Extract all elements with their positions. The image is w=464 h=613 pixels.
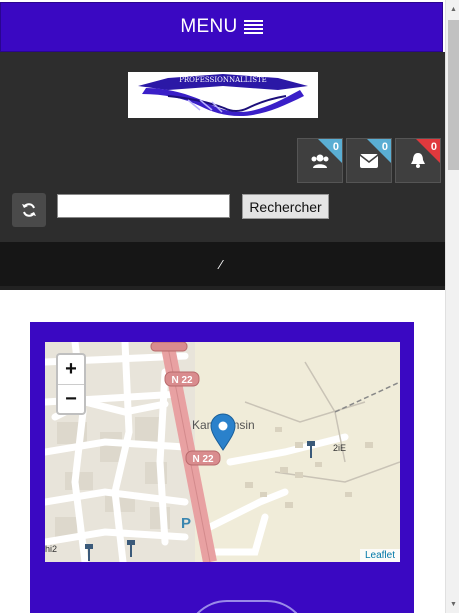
- badge-group: 0 0 0: [297, 138, 441, 183]
- map-tiles: N 22 N 22 Kamboinsin 2iE hi2 P: [45, 342, 400, 562]
- notifications-badge[interactable]: 0: [395, 138, 441, 183]
- secondary-nav-bar: ⁄: [0, 242, 445, 286]
- users-count: 0: [332, 141, 339, 153]
- zoom-control: + −: [56, 353, 86, 415]
- app-column: MENU PROFESSIONNALLISTE 0 0 0 Rechercher…: [0, 0, 445, 613]
- menu-label: MENU: [180, 16, 238, 37]
- poi-label: 2iE: [333, 443, 346, 453]
- scroll-thumb[interactable]: [448, 20, 459, 170]
- header-panel: PROFESSIONNALLISTE 0 0 0 Rechercher: [0, 52, 445, 242]
- menu-bar[interactable]: MENU: [0, 2, 443, 52]
- handshake-logo: PROFESSIONNALLISTE: [138, 74, 308, 116]
- hamburger-icon: [243, 20, 263, 34]
- zoom-out-button[interactable]: −: [58, 385, 84, 414]
- road-label-n22-bottom: N 22: [192, 454, 214, 465]
- site-logo[interactable]: PROFESSIONNALLISTE: [128, 72, 318, 118]
- loading-indicator-icon: ⁄: [220, 257, 223, 272]
- zoom-in-button[interactable]: +: [58, 355, 84, 385]
- map-attribution[interactable]: Leaflet: [359, 549, 400, 562]
- adjacent-window-edge: [459, 0, 464, 613]
- search-input[interactable]: [57, 194, 230, 218]
- notifications-count: 0: [430, 141, 437, 153]
- divider: [0, 286, 445, 290]
- decorative-arc: [185, 600, 309, 613]
- parking-label: P: [181, 515, 191, 532]
- road-label-n22-top: N 22: [171, 375, 193, 386]
- logo-text: PROFESSIONNALLISTE: [179, 76, 267, 84]
- edge-label: hi2: [45, 544, 57, 554]
- map-card: N 22 N 22 Kamboinsin 2iE hi2 P: [30, 322, 414, 613]
- users-badge[interactable]: 0: [297, 138, 343, 183]
- search-button[interactable]: Rechercher: [242, 194, 329, 219]
- refresh-icon: [22, 203, 36, 217]
- messages-badge[interactable]: 0: [346, 138, 392, 183]
- map-view[interactable]: N 22 N 22 Kamboinsin 2iE hi2 P: [45, 342, 400, 562]
- messages-count: 0: [381, 141, 388, 153]
- refresh-button[interactable]: [12, 193, 46, 227]
